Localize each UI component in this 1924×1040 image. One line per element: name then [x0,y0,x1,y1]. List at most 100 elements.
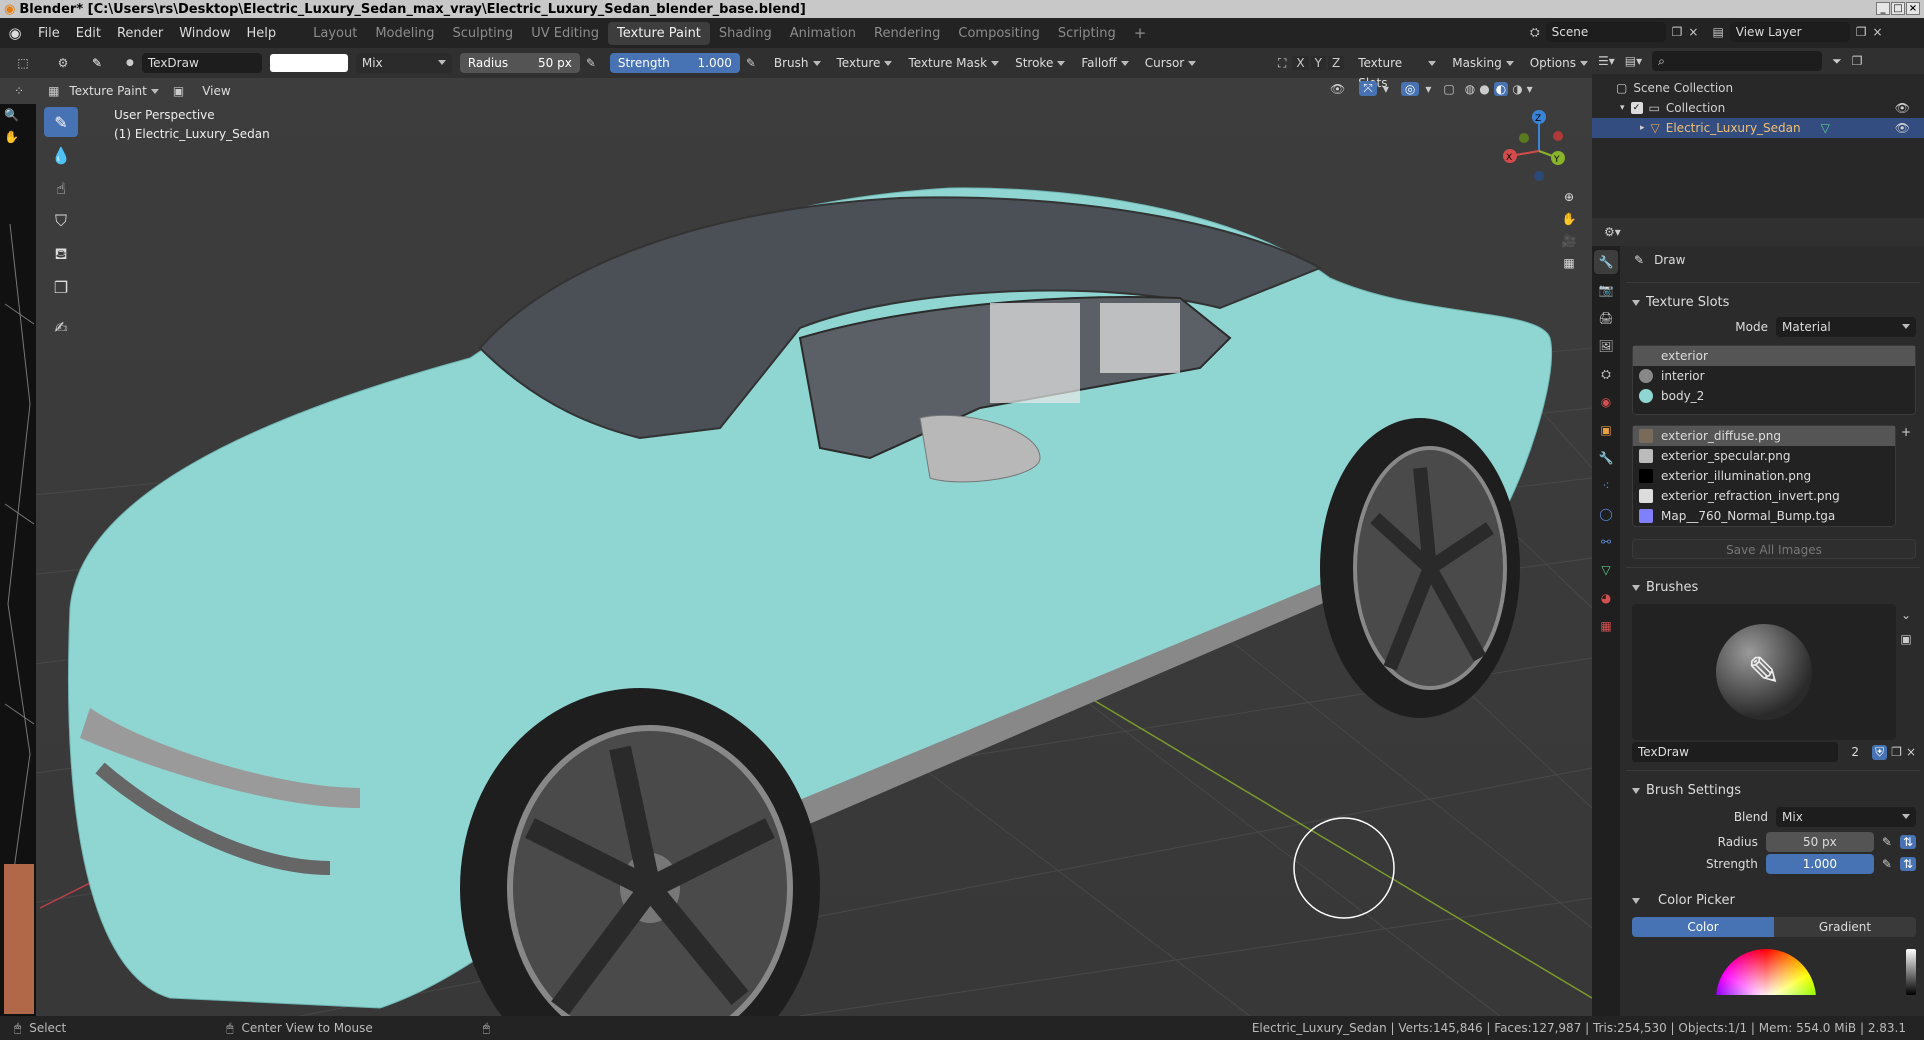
outliner-scene-collection[interactable]: ▢ Scene Collection [1592,78,1924,98]
xray-icon[interactable]: ▢ [1443,82,1454,96]
brush-datablock-name[interactable]: TexDraw [1632,742,1839,762]
menu-edit[interactable]: Edit [68,26,109,41]
object-visibility-icon[interactable]: 👁 [1895,121,1910,135]
brush-settings-panel-header[interactable]: Brush Settings [1626,779,1920,803]
clone-tool-icon[interactable]: ⛉ [44,206,78,236]
value-slider[interactable] [1906,949,1916,995]
scene-tab-icon[interactable]: ⛭ [1594,362,1618,386]
image-slot-item[interactable]: Map__760_Normal_Bump.tga [1633,506,1895,526]
new-view-layer-icon[interactable]: ❐ [1856,25,1867,39]
menu-texture-slots[interactable]: Texture Slots [1352,53,1440,90]
image-slot-item[interactable]: exterior_specular.png [1633,446,1895,466]
tab-shading[interactable]: Shading [710,22,781,45]
collection-visibility-icon[interactable]: 👁 [1895,101,1910,115]
menu-texture[interactable]: Texture [831,53,897,73]
tab-uv-editing[interactable]: UV Editing [522,22,608,45]
material-slot-item[interactable]: body_2 [1633,386,1915,406]
navigation-gizmo[interactable]: Z X Y [1496,108,1582,194]
remove-scene-icon[interactable]: × [1688,25,1698,39]
strength-setting-field[interactable]: 1.000 [1765,854,1874,874]
unlink-brush-icon[interactable]: × [1906,745,1916,759]
view-layer-tab-icon[interactable]: 🖼 [1594,334,1618,358]
brush-users-count[interactable]: 2 [1842,742,1869,762]
menu-texture-mask[interactable]: Texture Mask [902,53,1003,73]
color-tab[interactable]: Color [1632,917,1774,937]
brushes-panel-header[interactable]: Brushes [1626,576,1920,600]
shading-dropdown-icon[interactable]: ▾ [1527,82,1533,96]
image-slot-item[interactable]: exterior_diffuse.png [1633,426,1895,446]
overlay-toggle-icon[interactable]: ◎ [1400,81,1420,96]
rendered-shading-icon[interactable]: ◑ [1512,82,1522,96]
material-slot-item[interactable]: interior [1633,366,1915,386]
wireframe-shading-icon[interactable]: ◍ [1465,82,1475,96]
new-scene-icon[interactable]: ❐ [1672,25,1683,39]
smear-tool-icon[interactable]: ☝ [44,173,78,203]
draw-tool-icon[interactable]: ✎ [44,107,78,137]
duplicate-brush-icon[interactable]: ❐ [1891,745,1902,759]
save-all-images-button[interactable]: Save All Images [1632,539,1916,559]
zoom-view-icon[interactable]: ⊕ [1564,190,1574,204]
add-workspace-icon[interactable]: + [1125,20,1156,46]
solid-shading-icon[interactable]: ● [1479,82,1489,96]
pan-hand-icon[interactable]: ✋ [4,130,28,144]
brush-image-icon[interactable]: ▣ [1900,632,1911,646]
blend-dropdown[interactable]: Mix [1776,807,1916,827]
menu-stroke[interactable]: Stroke [1009,53,1069,73]
outliner-collection[interactable]: ▾ ✓ ▭ Collection 👁 [1592,98,1924,118]
collection-checkbox[interactable]: ✓ [1630,102,1643,114]
menu-options[interactable]: Options [1524,53,1592,73]
outliner-search-input[interactable]: ⌕ [1652,51,1823,71]
pan-view-icon[interactable]: ✋ [1562,212,1577,226]
strength-pressure-icon[interactable]: ✎ [740,52,762,74]
scene-name-field[interactable]: Scene [1545,22,1666,42]
mode-dropdown[interactable]: Texture Paint [63,81,162,101]
texture-slots-panel-header[interactable]: Texture Slots [1626,291,1920,315]
image-slot-item[interactable]: exterior_illumination.png [1633,466,1895,486]
output-tab-icon[interactable]: 🖨 [1594,306,1618,330]
radius-unit-icon[interactable]: ⇅ [1899,835,1916,849]
menu-window[interactable]: Window [171,26,238,41]
brush-name-field[interactable]: TexDraw [141,53,262,73]
radius-pressure-toggle-icon[interactable]: ✎ [1882,835,1892,849]
tab-scripting[interactable]: Scripting [1049,22,1125,45]
camera-view-icon[interactable]: 🎥 [1562,234,1577,248]
tool-tab-icon[interactable]: 🔧 [1594,250,1618,274]
scene-icon[interactable]: ⛭ [1530,25,1540,40]
soften-tool-icon[interactable]: 💧 [44,140,78,170]
menu-render[interactable]: Render [109,26,171,41]
gizmo-toggle-icon[interactable]: ⤧ [1359,81,1377,96]
object-expand-icon[interactable]: ▸ [1640,123,1645,133]
tab-animation[interactable]: Animation [781,22,865,45]
modifier-tab-icon[interactable]: 🔧 [1594,446,1618,470]
menu-brush[interactable]: Brush [768,53,825,73]
3d-viewport[interactable] [0,48,1592,1016]
editor-type-icon[interactable]: ⬚ [12,52,34,74]
menu-falloff[interactable]: Falloff [1075,53,1132,73]
minimize-button[interactable]: _ [1876,2,1890,15]
expand-arrow-icon[interactable]: ▾ [1620,103,1625,113]
material-shading-icon[interactable]: ◐ [1493,81,1509,96]
outliner-object[interactable]: ▸ ▽ Electric_Luxury_Sedan ▽ 👁 [1592,118,1924,138]
new-collection-icon[interactable]: ❐ [1852,54,1863,68]
strength-unit-icon[interactable]: ⇅ [1899,857,1916,871]
menu-help[interactable]: Help [239,26,285,41]
radius-pressure-icon[interactable]: ✎ [580,52,602,74]
mask-toggle-icon[interactable]: ▣ [173,84,184,98]
mask-tool-icon[interactable]: ❐ [44,272,78,302]
tab-rendering[interactable]: Rendering [865,22,949,45]
mode-dropdown-prop[interactable]: Material [1776,317,1916,337]
annotate-tool-icon[interactable]: ✍ [44,312,78,342]
radius-setting-field[interactable]: 50 px [1765,832,1874,852]
mirror-z-toggle[interactable]: Z [1327,56,1345,70]
fake-user-shield-icon[interactable]: ⛨ [1872,744,1888,760]
material-tab-icon[interactable]: ◕ [1594,586,1618,610]
tab-compositing[interactable]: Compositing [949,22,1049,45]
zoom-icon[interactable]: 🔍 [4,108,28,122]
physics-tab-icon[interactable]: ◯ [1594,502,1618,526]
fill-tool-icon[interactable]: ⛾ [44,239,78,269]
grid-icon[interactable]: ⁘ [14,84,24,98]
maximize-button[interactable]: □ [1891,2,1905,15]
visibility-icon[interactable]: 👁 [1330,82,1345,96]
tab-texture-paint[interactable]: Texture Paint [608,21,710,45]
menu-cursor[interactable]: Cursor [1139,53,1200,73]
